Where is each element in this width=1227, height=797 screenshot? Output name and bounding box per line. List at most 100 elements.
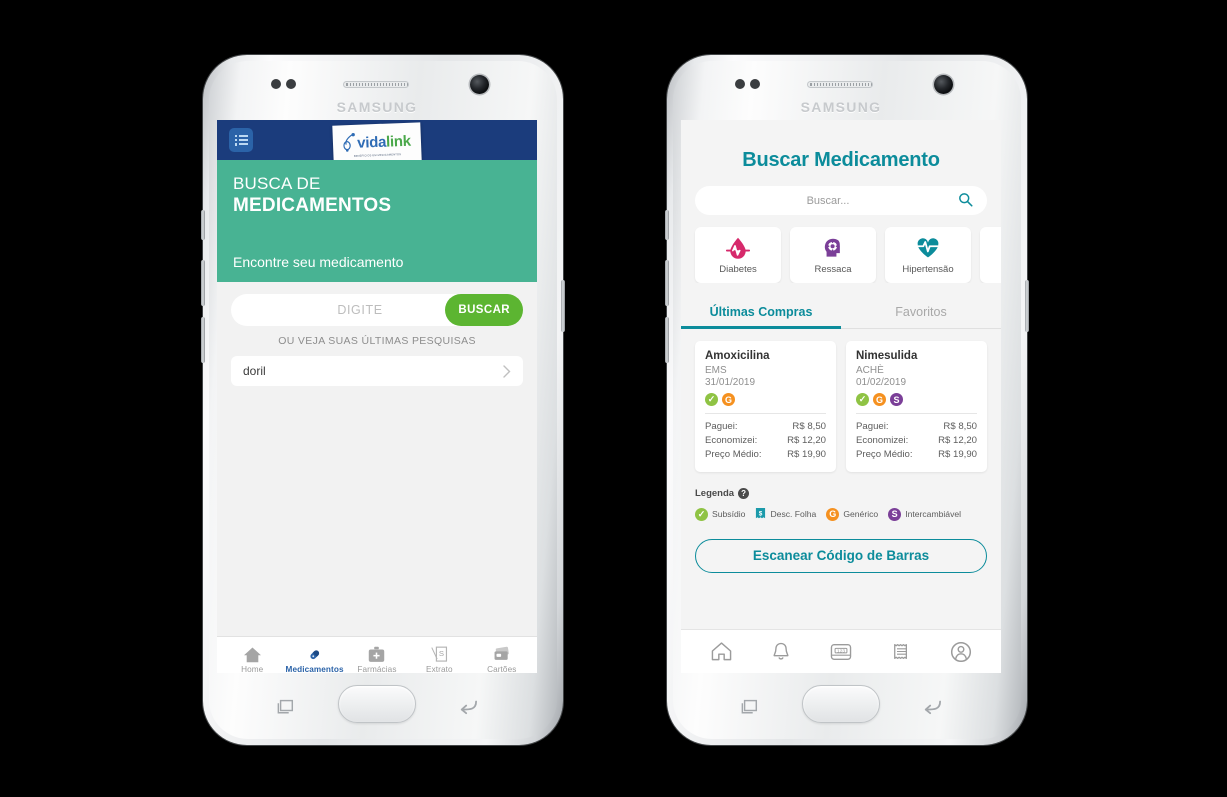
screenshot-stage: SAMSUNG vidalink BENEFÍCIOS EM MEDICAMEN… (0, 0, 1227, 797)
vidalink-mark-icon (343, 132, 356, 152)
tab-favoritos[interactable]: Favoritos (841, 297, 1001, 328)
medication-name: Nimesulida (856, 350, 918, 362)
nav-item-cartoes[interactable]: Cartões (473, 646, 531, 673)
device-brand-label: SAMSUNG (800, 99, 882, 115)
legend-item-intercambiavel: S Intercambiável (888, 507, 962, 521)
logo-word-a: vida (356, 133, 387, 152)
back-icon[interactable] (457, 697, 479, 715)
nav-item-notifications[interactable] (771, 641, 791, 662)
sensor-dot-icon (735, 79, 745, 89)
search-icon[interactable] (958, 192, 973, 207)
legend-label: Intercambiável (905, 509, 962, 520)
chip-hipertensao[interactable]: Hipertensão (885, 227, 971, 283)
cards-icon (492, 646, 511, 663)
legend-section: Legenda ? ✓ Subsídio $ Desc. Folha G Gen… (681, 472, 1001, 522)
earpiece-speaker (343, 81, 409, 88)
check-circle-icon: ✓ (856, 393, 869, 406)
screen-left: vidalink BENEFÍCIOS EM MEDICAMENTOS BUSC… (217, 120, 537, 673)
search-bar[interactable]: Buscar... (695, 186, 987, 215)
hero-banner: BUSCA DE MEDICAMENTOS Encontre seu medic… (217, 160, 537, 282)
card-123-icon: 123 (831, 643, 852, 660)
phone-device-right: SAMSUNG Buscar Medicamento Buscar... Dia… (665, 55, 1029, 745)
power-button-right[interactable] (1025, 280, 1029, 332)
nav-item-profile[interactable] (950, 641, 972, 663)
tab-ultimas-compras[interactable]: Últimas Compras (681, 297, 841, 329)
medkit-icon (367, 646, 386, 663)
history-item-label: doril (243, 364, 266, 378)
hamburger-menu-icon[interactable] (229, 128, 253, 152)
medication-lab: ACHÈ (856, 365, 884, 376)
home-button[interactable] (338, 685, 416, 723)
generic-g-icon: G (722, 393, 735, 406)
bottom-navigation-right: 123 (681, 629, 1001, 673)
proximity-sensors (735, 79, 760, 89)
legend-label: Desc. Folha (770, 509, 817, 520)
chip-ressaca[interactable]: Ressaca (790, 227, 876, 283)
medication-badges: ✓ G (705, 393, 826, 406)
home-icon (243, 646, 262, 663)
nav-item-home[interactable]: Home (223, 646, 281, 673)
legend-title: Legenda (695, 487, 735, 499)
logo-word-b: link (385, 132, 411, 151)
price-label: Paguei: (705, 421, 738, 432)
head-target-icon (824, 238, 840, 257)
app-screen-right: Buscar Medicamento Buscar... Diabetes Re… (681, 120, 1001, 673)
sim-tray-left (201, 210, 205, 240)
price-value: R$ 19,90 (938, 448, 977, 460)
vidalink-logo: vidalink BENEFÍCIOS EM MEDICAMENTOS (332, 122, 422, 164)
hero-line-1: BUSCA DE (233, 174, 321, 193)
sensor-dot-icon (271, 79, 281, 89)
sensor-dot-icon (286, 79, 296, 89)
search-input[interactable]: Buscar... (695, 195, 987, 207)
chevron-right-icon (503, 364, 511, 378)
front-camera-icon (934, 75, 953, 94)
question-mark-icon[interactable]: ? (738, 487, 750, 499)
screen-right: Buscar Medicamento Buscar... Diabetes Re… (681, 120, 1001, 673)
user-circle-icon (950, 641, 971, 662)
back-icon[interactable] (921, 697, 943, 715)
recents-icon[interactable] (739, 697, 761, 715)
price-row: Paguei: R$ 8,50 (705, 420, 826, 434)
volume-up-button-left[interactable] (201, 260, 205, 306)
buscar-button[interactable]: BUSCAR (445, 294, 523, 326)
home-icon (711, 642, 732, 661)
nav-item-statement[interactable] (892, 641, 912, 662)
nav-item-medicamentos[interactable]: Medicamentos (286, 646, 344, 673)
tab-bar: Últimas Compras Favoritos (681, 297, 1001, 329)
volume-down-button-left[interactable] (201, 317, 205, 363)
legend-item-desc-folha: $ Desc. Folha (755, 507, 816, 522)
chip-label: Diabetes (719, 263, 757, 275)
chip-constipacao[interactable]: Con (980, 227, 1001, 283)
chip-diabetes[interactable]: Diabetes (695, 227, 781, 283)
receipt-icon: S (430, 646, 449, 663)
medication-card[interactable]: Nimesulida ACHÈ 01/02/2019 ✓ G S Paguei:… (846, 341, 987, 472)
check-circle-icon: ✓ (705, 393, 718, 406)
price-value: R$ 12,20 (787, 434, 826, 446)
volume-up-button-right[interactable] (665, 260, 669, 306)
app-topbar: vidalink BENEFÍCIOS EM MEDICAMENTOS (217, 120, 537, 164)
legend-items: ✓ Subsídio $ Desc. Folha G Genérico S In… (695, 507, 987, 522)
medication-date: 31/01/2019 (705, 377, 756, 388)
medication-card[interactable]: Amoxicilina EMS 31/01/2019 ✓ G Paguei: R$… (695, 341, 836, 472)
price-row: Preço Médio: R$ 19,90 (856, 448, 977, 462)
nav-item-farmacias[interactable]: Farmácias (348, 646, 406, 673)
receipt-icon (893, 644, 907, 659)
home-button[interactable] (802, 685, 880, 723)
medication-card-list: Amoxicilina EMS 31/01/2019 ✓ G Paguei: R$… (681, 329, 1001, 472)
recents-icon[interactable] (275, 697, 297, 715)
history-heading: OU VEJA SUAS ÚLTIMAS PESQUISAS (278, 335, 476, 347)
swap-icon: S (888, 507, 902, 521)
volume-down-button-right[interactable] (665, 317, 669, 363)
phone-device-left: SAMSUNG vidalink BENEFÍCIOS EM MEDICAMEN… (201, 55, 565, 745)
power-button-left[interactable] (561, 280, 565, 332)
nav-item-home[interactable] (710, 641, 733, 662)
svg-text:123: 123 (837, 648, 845, 654)
heart-pulse-icon (917, 237, 939, 257)
history-item-doril[interactable]: doril (231, 356, 523, 386)
check-circle-icon: ✓ (695, 507, 708, 521)
scan-barcode-button[interactable]: Escanear Código de Barras (695, 538, 987, 573)
nav-item-extrato[interactable]: S Extrato (410, 646, 468, 673)
bottom-navigation-left: Home Medicamentos Farmácias S Extrato Ca… (217, 636, 537, 673)
nav-item-card[interactable]: 123 (829, 642, 853, 662)
